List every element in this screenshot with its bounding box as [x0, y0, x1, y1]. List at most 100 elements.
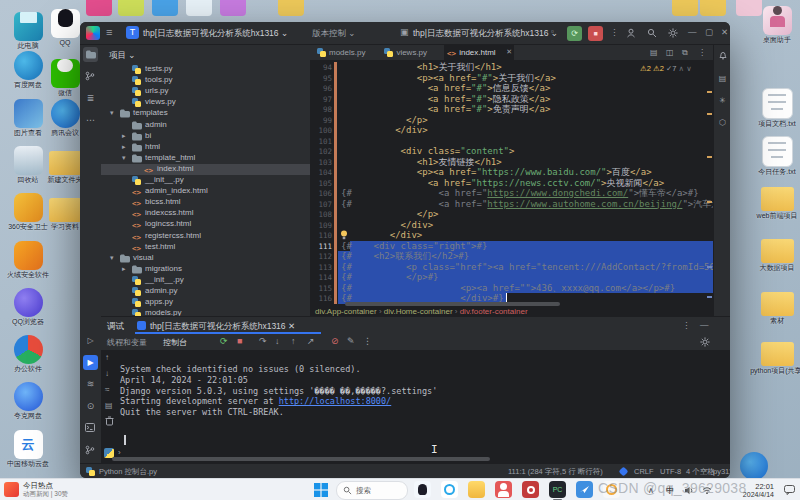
editor-hscrollbar[interactable] — [345, 302, 560, 306]
tree-item-urls.py[interactable]: urls.py — [101, 86, 310, 97]
partial-desktop-icon[interactable] — [86, 0, 112, 16]
tree-item-__init__.py[interactable]: __init__.py — [101, 275, 310, 286]
problems-tool-icon[interactable]: ⊙ — [83, 399, 98, 414]
partial-desktop-icon[interactable] — [700, 0, 726, 16]
close-button[interactable]: ✕ — [721, 27, 728, 37]
debug-minimize-icon[interactable]: — — [700, 320, 709, 330]
layout-icon[interactable]: ◫ — [666, 48, 674, 57]
project-tool-icon[interactable] — [83, 47, 98, 62]
services-tool-icon[interactable]: ≋ — [83, 377, 98, 392]
desktop-icon-办公软件[interactable]: 办公软件 — [0, 335, 60, 373]
stop-button[interactable]: ■ — [588, 26, 603, 41]
scroll-top-icon[interactable]: ↑ — [105, 353, 109, 362]
tree-item-migrations[interactable]: ▸migrations — [101, 264, 310, 275]
debug-settings-icon[interactable] — [700, 337, 710, 347]
more-actions-icon[interactable]: ⋮ — [610, 27, 619, 37]
desktop-icon-火绒安全软件[interactable]: 火绒安全软件 — [0, 241, 60, 279]
breadcrumb-item[interactable]: div.Home-container — [384, 307, 453, 316]
partial-desktop-icon[interactable] — [152, 0, 178, 16]
vcs-tool-icon[interactable] — [85, 445, 95, 455]
desktop-icon-项目文档.txt[interactable]: 项目文档.txt — [745, 88, 800, 128]
tab-threads[interactable]: 线程和变量 — [107, 337, 147, 348]
run-config-name[interactable]: thp|日志数据可视化分析系统hx1316 ⌄ — [413, 28, 558, 40]
desktop-icon-中国移动云盘[interactable]: 云中国移动云盘 — [0, 430, 60, 468]
step-into-icon[interactable]: ↓ — [275, 336, 280, 346]
run-tool-icon[interactable]: ▷ — [83, 333, 98, 348]
step-over-icon[interactable]: ↷ — [259, 336, 267, 346]
tree-item-template_html[interactable]: ▾template_html — [101, 153, 310, 164]
tree-item-__init__.py[interactable]: __init__.py — [101, 175, 310, 186]
scroll-bottom-icon[interactable]: ↓ — [105, 369, 109, 378]
taskbar-pycharm-icon[interactable]: PC — [549, 481, 566, 498]
debug-more-icon[interactable]: ⋮ — [682, 320, 691, 330]
tree-item-views.py[interactable]: views.py — [101, 97, 310, 108]
tab-console[interactable]: 控制台 — [163, 337, 187, 348]
taskbar-messenger-icon[interactable] — [576, 481, 593, 498]
print-icon[interactable]: ▤ — [105, 401, 113, 410]
partial-desktop-icon[interactable] — [186, 0, 212, 16]
desktop-icon-web前端项目[interactable]: web前端项目 — [745, 182, 800, 220]
rerun-icon[interactable]: ⟳ — [220, 336, 228, 346]
maximize-button[interactable]: ▢ — [705, 27, 713, 37]
main-menu-icon[interactable]: ≡ — [106, 26, 112, 38]
notification-icon[interactable] — [784, 485, 795, 495]
user-icon[interactable] — [626, 28, 636, 38]
breadcrumb-item[interactable]: div.App-container — [315, 307, 377, 316]
partial-desktop-icon[interactable] — [672, 0, 698, 16]
chevron-down-icon[interactable]: ▾ — [110, 109, 114, 117]
partial-desktop-icon[interactable] — [736, 0, 762, 16]
vcs-menu[interactable]: 版本控制 ⌄ — [312, 28, 355, 40]
project-name[interactable]: thp[日志数据可视化分析系统hx1316 ⌄ — [143, 28, 288, 40]
taskbar-explorer-icon[interactable] — [468, 481, 485, 498]
desktop-icon-python项目(共享)[interactable]: python项目(共享) — [745, 337, 800, 375]
partial-desktop-icon[interactable] — [278, 0, 304, 16]
ai-assistant-icon[interactable]: ✳ — [715, 93, 730, 108]
chevron-right-icon[interactable]: ▸ — [122, 132, 126, 140]
structure-tool-icon[interactable]: ≣ — [83, 91, 98, 106]
start-button[interactable] — [314, 483, 328, 497]
debug-rerun-button[interactable]: ⟳ — [567, 26, 582, 41]
console-hscrollbar[interactable] — [112, 457, 490, 461]
desktop-icon-大数据项目[interactable]: 大数据项目 — [745, 234, 800, 272]
terminal-tool-icon[interactable] — [85, 423, 95, 432]
clear-console-icon[interactable] — [105, 416, 114, 426]
tree-item-test.html[interactable]: <>test.html — [101, 242, 310, 253]
settings-icon[interactable] — [668, 28, 678, 38]
tree-item-admin.py[interactable]: admin.py — [101, 286, 310, 297]
indent-style[interactable]: 4 个空格 — [686, 467, 715, 477]
minimize-button[interactable]: — — [688, 27, 697, 37]
taskbar-contact-icon[interactable] — [495, 481, 512, 498]
chevron-down-icon[interactable]: ▾ — [110, 254, 114, 262]
desktop-icon-夸克网盘[interactable]: 夸克网盘 — [0, 382, 60, 420]
chevron-right-icon[interactable]: ▸ — [122, 265, 126, 273]
tree-item-apps.py[interactable]: apps.py — [101, 297, 310, 308]
collapse-icon[interactable]: ⧉ — [682, 48, 688, 58]
softwrap-icon[interactable]: ≈ — [105, 385, 109, 394]
tree-item-indexcss.html[interactable]: <>indexcss.html — [101, 208, 310, 219]
database-icon[interactable]: ▤ — [715, 71, 730, 86]
partial-desktop-icon[interactable] — [118, 0, 144, 16]
tree-item-admin_index.html[interactable]: <>admin_index.html — [101, 186, 310, 197]
split-right-icon[interactable]: ▤ — [650, 48, 658, 57]
debug-tool-icon[interactable]: ▶ — [83, 355, 98, 370]
tree-item-bicss.html[interactable]: <>bicss.html — [101, 197, 310, 208]
taskbar-search[interactable]: 搜索 — [336, 481, 408, 500]
tab-close-icon[interactable]: ✕ — [506, 48, 512, 56]
tree-item-tools.py[interactable]: tools.py — [101, 75, 310, 86]
tab-models.py[interactable]: models.py — [314, 45, 379, 60]
tree-item-registercss.html[interactable]: <>registercss.html — [101, 231, 310, 242]
commit-tool-icon[interactable] — [85, 71, 95, 81]
taskbar-netease-icon[interactable] — [522, 481, 539, 498]
tree-item-logincss.html[interactable]: <>logincss.html — [101, 219, 310, 230]
caret-position[interactable]: 111:1 (284 字符,5 行 断行符) — [508, 467, 603, 477]
gradle-icon[interactable]: ⬡ — [715, 115, 730, 130]
run-icon[interactable]: ▫ — [551, 27, 554, 36]
chevron-down-icon[interactable]: ▾ — [122, 154, 126, 162]
inspections-widget[interactable]: ⚠2 ⚠2 ✓7 ∧ ∨ — [640, 64, 692, 73]
tree-item-tests.py[interactable]: tests.py — [101, 64, 310, 75]
project-panel-header[interactable]: 项目 ⌄ — [109, 50, 135, 62]
tree-item-index.html[interactable]: <>index.html — [101, 164, 310, 175]
intention-bulb-icon[interactable] — [340, 230, 348, 240]
desktop-icon-QQ浏览器[interactable]: QQ浏览器 — [0, 288, 60, 326]
tab-options-icon[interactable]: ⋮ — [698, 48, 706, 57]
